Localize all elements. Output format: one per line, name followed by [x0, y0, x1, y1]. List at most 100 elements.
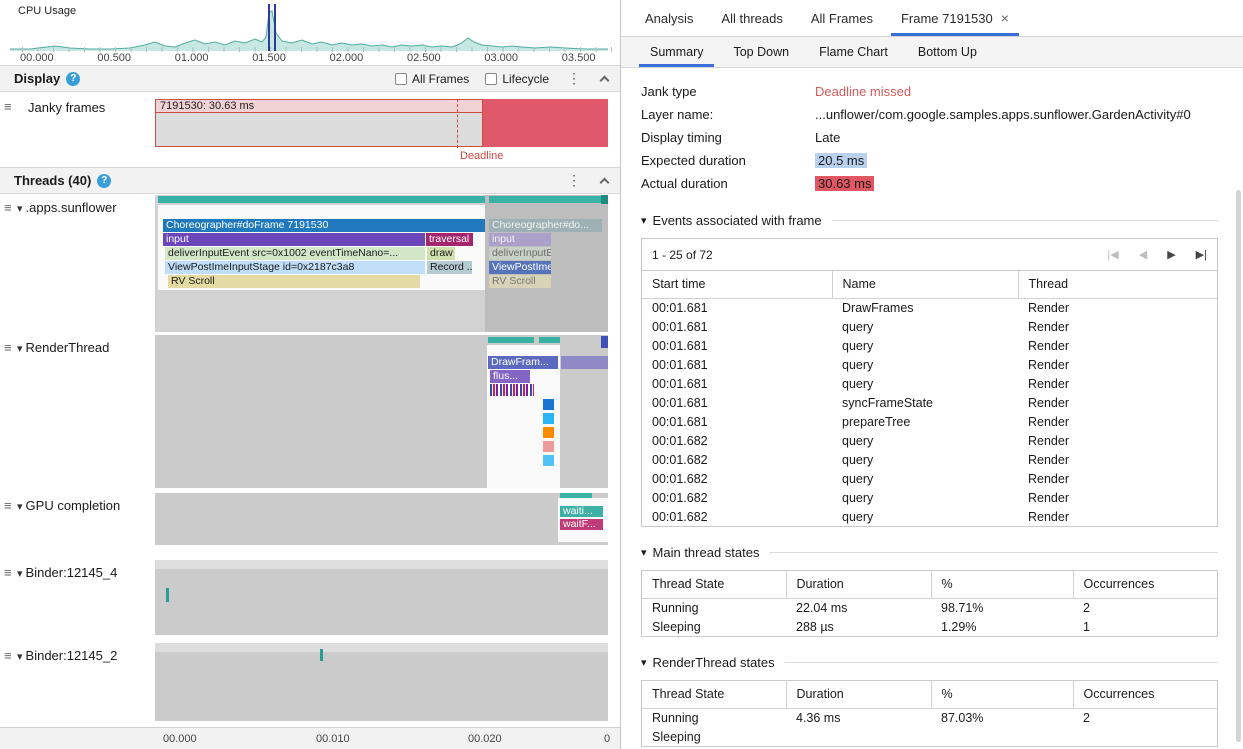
- selected-janky-frame[interactable]: 7191530: 30.63 ms: [155, 99, 483, 147]
- selected-frame-label: 7191530: 30.63 ms: [156, 100, 482, 113]
- first-page-button[interactable]: |◀: [1107, 248, 1118, 261]
- more-options-icon[interactable]: ⋮: [567, 70, 581, 87]
- collapse-section-icon[interactable]: [600, 177, 610, 187]
- main-thread-states-header[interactable]: ▾ Main thread states: [641, 545, 1218, 560]
- table-row[interactable]: 00:01.681queryRender: [642, 374, 1217, 393]
- table-row[interactable]: Sleeping288 µs1.29%1: [642, 617, 1217, 636]
- tab-all-frames[interactable]: All Frames: [797, 0, 887, 36]
- column-header[interactable]: Duration: [786, 681, 931, 708]
- collapse-arrow-icon[interactable]: ▾: [17, 501, 23, 513]
- renderthread-states-header[interactable]: ▾ RenderThread states: [641, 655, 1218, 670]
- collapse-section-icon[interactable]: [600, 75, 610, 85]
- tab-all-threads[interactable]: All threads: [707, 0, 796, 36]
- close-tab-icon[interactable]: ×: [1001, 10, 1009, 26]
- table-row[interactable]: 00:01.681DrawFramesRender: [642, 298, 1217, 317]
- trace-event-bar[interactable]: RV Scroll: [489, 275, 551, 288]
- trace-event-bar[interactable]: deliverInputEvent src=0x1002 eventTimeNa…: [165, 247, 425, 260]
- table-row[interactable]: 00:01.682queryRender: [642, 450, 1217, 469]
- cpu-usage-track[interactable]: CPU Usage 00.00000.50001.00001.50002.000…: [0, 0, 620, 65]
- events-table-box: 1 - 25 of 72 |◀ ◀ ▶ ▶| Start timeNameThr…: [641, 238, 1218, 527]
- vertical-scrollbar[interactable]: [1236, 190, 1241, 742]
- table-row[interactable]: Running4.36 ms87.03%2: [642, 708, 1217, 727]
- subtab-bottom-up[interactable]: Bottom Up: [903, 37, 992, 67]
- column-header[interactable]: Start time: [642, 271, 832, 298]
- column-header[interactable]: Occurrences: [1073, 681, 1217, 708]
- table-row[interactable]: 00:01.682queryRender: [642, 488, 1217, 507]
- table-cell: Render: [1018, 355, 1217, 374]
- drag-handle-icon[interactable]: ≡: [4, 498, 12, 513]
- trace-event-bar[interactable]: ViewPostImeInputStage id=0x2187c3a8: [165, 261, 425, 274]
- table-cell: query: [832, 431, 1018, 450]
- previous-page-button[interactable]: ◀: [1139, 248, 1147, 261]
- next-janky-frame[interactable]: [483, 99, 608, 147]
- lifecycle-checkbox[interactable]: Lifecycle: [485, 72, 549, 86]
- collapse-arrow-icon[interactable]: ▾: [17, 651, 23, 663]
- janky-frames-track[interactable]: 7191530: 30.63 ms Deadline: [155, 92, 608, 167]
- drag-handle-icon[interactable]: ≡: [4, 99, 12, 114]
- collapse-triangle-icon[interactable]: ▾: [641, 546, 647, 559]
- table-row[interactable]: Sleeping: [642, 727, 1217, 746]
- last-page-button[interactable]: ▶|: [1196, 248, 1207, 261]
- table-row[interactable]: 00:01.682queryRender: [642, 431, 1217, 450]
- subtab-top-down[interactable]: Top Down: [718, 37, 804, 67]
- subtab-summary[interactable]: Summary: [635, 37, 718, 67]
- selection-range-start-line[interactable]: [268, 4, 270, 51]
- thread-track[interactable]: [155, 643, 608, 721]
- tab-analysis[interactable]: Analysis: [631, 0, 707, 36]
- checkbox-icon[interactable]: [395, 73, 407, 85]
- column-header[interactable]: Name: [832, 271, 1018, 298]
- drag-handle-icon[interactable]: ≡: [4, 340, 12, 355]
- help-icon[interactable]: ?: [97, 174, 111, 188]
- thread-track[interactable]: Choreographer#doFrame 7191530 Choreograph…: [155, 195, 608, 332]
- column-header[interactable]: %: [931, 571, 1073, 598]
- all-frames-checkbox[interactable]: All Frames: [395, 72, 469, 86]
- trace-event-bar[interactable]: Choreographer#doFrame 7191530: [163, 219, 485, 232]
- collapse-arrow-icon[interactable]: ▾: [17, 568, 23, 580]
- drag-handle-icon[interactable]: ≡: [4, 565, 12, 580]
- table-row[interactable]: Running22.04 ms98.71%2: [642, 598, 1217, 617]
- table-row[interactable]: 00:01.681queryRender: [642, 355, 1217, 374]
- collapse-triangle-icon[interactable]: ▾: [641, 214, 647, 227]
- collapse-arrow-icon[interactable]: ▾: [17, 343, 23, 355]
- table-row[interactable]: 00:01.682queryRender: [642, 507, 1217, 526]
- column-header[interactable]: Thread State: [642, 681, 786, 708]
- trace-event-bar[interactable]: Choreographer#do...: [489, 219, 602, 232]
- thread-track[interactable]: [155, 560, 608, 635]
- trace-event-bar[interactable]: input: [163, 233, 425, 246]
- table-row[interactable]: 00:01.681queryRender: [642, 336, 1217, 355]
- column-header[interactable]: Thread: [1018, 271, 1217, 298]
- trace-event-bar[interactable]: Record ...: [427, 261, 472, 274]
- checkbox-icon[interactable]: [485, 73, 497, 85]
- table-row[interactable]: 00:01.681queryRender: [642, 317, 1217, 336]
- table-row[interactable]: 00:01.681prepareTreeRender: [642, 412, 1217, 431]
- events-section-header[interactable]: ▾ Events associated with frame: [641, 213, 1218, 228]
- trace-event-bar[interactable]: deliverInputEven...: [489, 247, 551, 260]
- column-header[interactable]: %: [931, 681, 1073, 708]
- trace-event-bar[interactable]: flus...: [490, 370, 530, 383]
- trace-event-bar[interactable]: waitF...: [560, 519, 603, 530]
- selection-range-end-line[interactable]: [274, 4, 276, 51]
- tab-frame-7191530[interactable]: Frame 7191530×: [887, 0, 1023, 36]
- thread-track[interactable]: waiti... waitF...: [155, 493, 608, 545]
- drag-handle-icon[interactable]: ≡: [4, 200, 12, 215]
- collapse-triangle-icon[interactable]: ▾: [641, 656, 647, 669]
- trace-event-bar[interactable]: input: [489, 233, 551, 246]
- drag-handle-icon[interactable]: ≡: [4, 648, 12, 663]
- table-row[interactable]: 00:01.682queryRender: [642, 469, 1217, 488]
- column-header[interactable]: Duration: [786, 571, 931, 598]
- column-header[interactable]: Thread State: [642, 571, 786, 598]
- collapse-arrow-icon[interactable]: ▾: [17, 203, 23, 215]
- help-icon[interactable]: ?: [66, 72, 80, 86]
- subtab-flame-chart[interactable]: Flame Chart: [804, 37, 903, 67]
- column-header[interactable]: Occurrences: [1073, 571, 1217, 598]
- trace-event-bar[interactable]: RV Scroll: [168, 275, 420, 288]
- trace-event-bar[interactable]: traversal: [426, 233, 473, 246]
- trace-event-bar[interactable]: DrawFram...: [488, 356, 558, 369]
- next-page-button[interactable]: ▶: [1167, 248, 1175, 261]
- trace-event-bar[interactable]: waiti...: [560, 506, 603, 517]
- trace-event-bar[interactable]: draw: [427, 247, 455, 260]
- table-row[interactable]: 00:01.681syncFrameStateRender: [642, 393, 1217, 412]
- more-options-icon[interactable]: ⋮: [567, 172, 581, 189]
- trace-event-bar[interactable]: ViewPostImeInp...: [489, 261, 551, 274]
- thread-track[interactable]: DrawFram...flus...: [155, 335, 608, 488]
